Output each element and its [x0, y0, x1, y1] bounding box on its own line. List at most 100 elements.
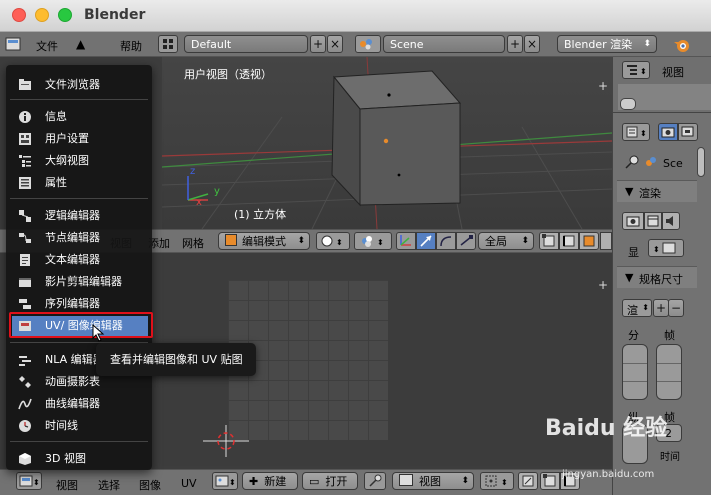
- node-editor-icon: [18, 231, 32, 245]
- menu-item-3d-view[interactable]: 3D 视图: [18, 449, 148, 469]
- user-preferences-icon: [18, 132, 32, 146]
- frame-range-fields[interactable]: [656, 344, 682, 400]
- scroll-up-icon[interactable]: ▲: [76, 37, 85, 51]
- svg-text:⬍: ⬍: [377, 238, 384, 247]
- scale-manipulator-icon[interactable]: [456, 232, 476, 250]
- menu-item-label: 动画摄影表: [45, 375, 100, 388]
- chevron-updown-icon: ⬍: [642, 303, 649, 312]
- render-engine-select[interactable]: Blender 渲染 ⬍: [557, 35, 657, 53]
- render-preset-select[interactable]: 渲 ⬍: [622, 299, 652, 317]
- outliner-type-icon[interactable]: ⬍: [622, 61, 650, 79]
- scene-field[interactable]: Scene: [383, 35, 505, 53]
- menu-item-file-browser[interactable]: 文件浏览器: [18, 75, 148, 95]
- close-window-button[interactable]: [12, 8, 26, 22]
- menu-item-outliner[interactable]: 大纲视图: [18, 151, 148, 171]
- outliner-view-menu[interactable]: 视图: [662, 64, 684, 80]
- translate-manipulator-icon[interactable]: [416, 232, 436, 250]
- 3d-viewport[interactable]: [162, 57, 612, 229]
- display-mode-select[interactable]: ⬍: [648, 239, 684, 257]
- file-menu[interactable]: 文件: [36, 38, 58, 54]
- menu-item-info[interactable]: 信息: [18, 107, 148, 127]
- uv-select-menu[interactable]: 选择: [98, 477, 120, 493]
- viewport-shading-select[interactable]: ⬍: [316, 232, 350, 250]
- outliner-scrollbar[interactable]: [620, 98, 636, 110]
- limit-selection-icon[interactable]: [600, 232, 612, 250]
- new-image-button[interactable]: ✚ 新建: [242, 472, 298, 490]
- menu-item-label: NLA 编辑器: [45, 353, 104, 366]
- dimensions-panel-header[interactable]: ▼ 规格尺寸: [617, 266, 697, 288]
- menu-item-logic-editor[interactable]: 逻辑编辑器: [18, 206, 148, 226]
- properties-icon: [18, 176, 32, 190]
- menu-item-label: 信息: [45, 110, 67, 123]
- interaction-mode-select[interactable]: 编辑模式 ⬍: [218, 232, 310, 250]
- menu-item-graph-editor[interactable]: 曲线编辑器: [18, 394, 148, 414]
- add-scene-button[interactable]: +: [507, 35, 523, 53]
- transform-manipulator-toggle[interactable]: [396, 232, 416, 250]
- render-audio-icon[interactable]: [662, 212, 680, 230]
- add-preset-button[interactable]: +: [653, 299, 669, 317]
- remove-preset-button[interactable]: −: [668, 299, 684, 317]
- uv-image-menu[interactable]: 图像: [139, 477, 161, 493]
- properties-scrollbar[interactable]: [697, 147, 705, 177]
- resolution-fields[interactable]: [622, 344, 648, 400]
- chevron-updown-icon: ⬍: [461, 476, 469, 486]
- uv-vertex-select-icon[interactable]: [540, 472, 560, 490]
- remove-scene-button[interactable]: ×: [524, 35, 540, 53]
- uv-sync-selection-icon[interactable]: [518, 472, 538, 490]
- menu-item-properties[interactable]: 属性: [18, 173, 148, 193]
- properties-type-icon[interactable]: ⬍: [622, 123, 650, 141]
- disclosure-triangle-icon: ▼: [625, 271, 634, 284]
- help-menu[interactable]: 帮助: [120, 38, 142, 54]
- menu-item-text-editor[interactable]: 文本编辑器: [18, 250, 148, 270]
- menu-item-timeline[interactable]: 时间线: [18, 416, 148, 436]
- maximize-window-button[interactable]: [58, 8, 72, 22]
- render-image-icon[interactable]: [622, 212, 644, 230]
- baidu-watermark-url: jingyan.baidu.com: [562, 469, 655, 480]
- sequence-editor-icon: [18, 297, 32, 311]
- svg-text:⬍: ⬍: [640, 67, 647, 76]
- menu-separator: [10, 198, 148, 199]
- uv-pivot-select[interactable]: ⬍: [480, 472, 514, 490]
- transform-orientation-select[interactable]: 全局 ⬍: [478, 232, 534, 250]
- viewport-toolshelf-plus-icon[interactable]: +: [598, 79, 608, 93]
- uv-view-menu[interactable]: 视图: [56, 477, 78, 493]
- pin-icon[interactable]: [622, 153, 640, 171]
- menu-tooltip: 查看并编辑图像和 UV 贴图: [96, 343, 256, 376]
- edge-select-mode-icon[interactable]: [559, 232, 579, 250]
- render-animation-icon[interactable]: [644, 212, 662, 230]
- open-image-label: 打开: [325, 475, 348, 488]
- screen-layout-icon[interactable]: [158, 35, 178, 53]
- 2d-cursor-icon[interactable]: [203, 425, 249, 457]
- pin-image-icon[interactable]: [364, 472, 386, 490]
- remove-layout-button[interactable]: ×: [327, 35, 343, 53]
- rotate-manipulator-icon[interactable]: [436, 232, 456, 250]
- render-layers-tab-icon[interactable]: [678, 123, 698, 141]
- render-tab-icon[interactable]: [658, 123, 678, 141]
- render-panel-header[interactable]: ▼ 渲染: [617, 180, 697, 202]
- add-layout-button[interactable]: +: [310, 35, 326, 53]
- face-select-mode-icon[interactable]: [579, 232, 599, 250]
- viewport-mesh-menu[interactable]: 网格: [182, 235, 204, 251]
- vertex-select-mode-icon[interactable]: [539, 232, 559, 250]
- pivot-point-select[interactable]: ⬍: [354, 232, 392, 250]
- menu-item-label: 大纲视图: [45, 154, 89, 167]
- menu-item-sequence-editor[interactable]: 序列编辑器: [18, 294, 148, 314]
- menu-item-node-editor[interactable]: 节点编辑器: [18, 228, 148, 248]
- open-image-button[interactable]: ▭ 打开: [302, 472, 358, 490]
- uv-toolshelf-plus-icon[interactable]: +: [598, 278, 608, 292]
- uv-mode-select[interactable]: 视图 ⬍: [392, 472, 474, 490]
- baidu-watermark: Baidu 经验: [545, 416, 668, 441]
- file-browser-icon: [18, 78, 32, 92]
- screen-layout-field[interactable]: Default: [184, 35, 308, 53]
- uv-editor-type-icon[interactable]: ⬍: [16, 472, 42, 490]
- uv-uvs-menu[interactable]: UV: [181, 477, 197, 490]
- minimize-window-button[interactable]: [35, 8, 49, 22]
- menu-item-user-preferences[interactable]: 用户设置: [18, 129, 148, 149]
- dimensions-panel-title: 规格尺寸: [639, 273, 683, 286]
- browse-image-icon[interactable]: ⬍: [212, 472, 238, 490]
- menu-item-movie-clip-editor[interactable]: 影片剪辑编辑器: [18, 272, 148, 292]
- menu-item-label: 用户设置: [45, 132, 89, 145]
- scene-icon[interactable]: [355, 35, 381, 53]
- menu-item-label: 逻辑编辑器: [45, 209, 100, 222]
- editor-type-icon[interactable]: [5, 36, 21, 52]
